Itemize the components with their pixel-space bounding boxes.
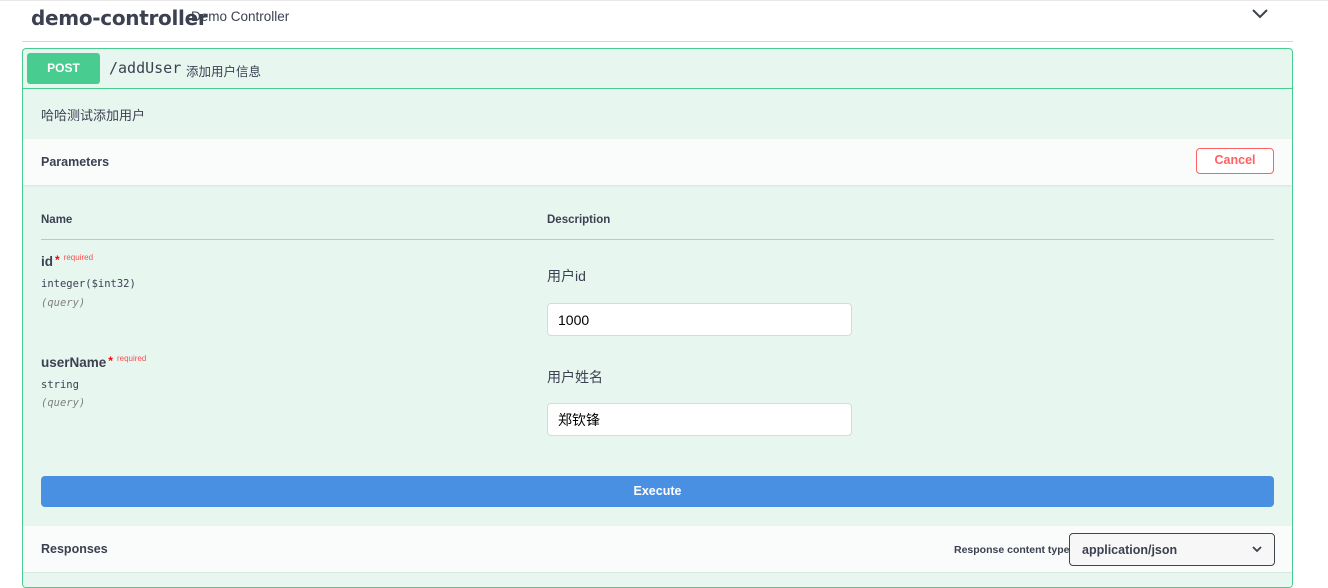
execute-button[interactable]: Execute [41, 476, 1274, 507]
response-content-type-label: Response content type [954, 544, 1070, 556]
responses-title: Responses [41, 542, 108, 556]
column-header-description: Description [547, 214, 611, 226]
operation-path: /addUser [109, 59, 182, 77]
param-location: (query) [41, 397, 86, 409]
operation-description: 哈哈测试添加用户 [41, 108, 146, 123]
cancel-button[interactable]: Cancel [1196, 148, 1274, 174]
chevron-down-icon[interactable] [1251, 7, 1269, 21]
required-star: * [108, 354, 113, 368]
param-type: integer($int32) [41, 278, 136, 290]
username-input[interactable] [547, 403, 852, 436]
controller-header[interactable]: demo-controller Demo Controller [22, 0, 1293, 42]
param-name-id: id * required [41, 253, 94, 269]
method-badge: POST [27, 53, 100, 84]
param-description: 用户姓名 [547, 369, 603, 385]
controller-description: Demo Controller [191, 9, 290, 24]
param-name-text: userName [41, 355, 107, 370]
operation-summary[interactable]: POST /addUser 添加用户信息 [23, 49, 1292, 89]
responses-body [23, 572, 1292, 587]
controller-name[interactable]: demo-controller [31, 6, 208, 30]
table-divider [41, 239, 1274, 240]
param-type: string [41, 379, 79, 391]
param-name-username: userName * required [41, 354, 147, 370]
operation-summary-text: 添加用户信息 [186, 65, 262, 79]
operation-block: POST /addUser 添加用户信息 哈哈测试添加用户 Parameters… [22, 48, 1293, 588]
param-location: (query) [41, 297, 86, 309]
id-input[interactable] [547, 303, 852, 336]
param-description: 用户id [547, 268, 586, 284]
required-label: required [116, 354, 147, 363]
required-label: required [63, 253, 94, 262]
chevron-down-icon [1252, 546, 1262, 553]
column-header-name: Name [41, 214, 73, 226]
required-star: * [55, 253, 60, 267]
response-content-type-select[interactable]: application/json [1069, 533, 1275, 566]
param-name-text: id [41, 254, 53, 269]
parameters-title: Parameters [41, 155, 110, 169]
responses-header: Responses Response content type applicat… [23, 526, 1292, 572]
response-content-type-value: application/json [1082, 543, 1178, 557]
parameters-header: Parameters Cancel [23, 139, 1292, 185]
